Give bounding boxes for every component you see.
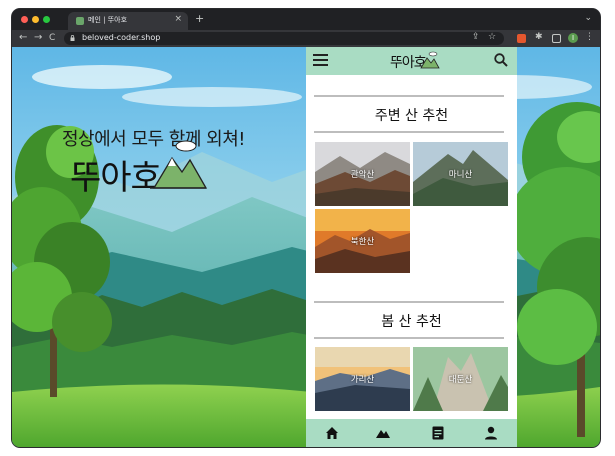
mountain-card-bukhansan[interactable]: 북한산 bbox=[315, 209, 410, 273]
mountain-card-garisan[interactable]: 가리산 bbox=[315, 347, 410, 411]
new-tab-button[interactable]: + bbox=[195, 12, 204, 25]
share-icon[interactable]: ⇪ bbox=[472, 32, 480, 42]
bottom-navigation bbox=[306, 419, 517, 447]
mountain-icon[interactable] bbox=[375, 425, 391, 441]
browser-toolbar: ← → C beloved-coder.shop ⇪ ☆ ✱ I ⋮ bbox=[12, 30, 600, 47]
section-divider bbox=[314, 301, 504, 303]
menu-icon[interactable] bbox=[313, 54, 329, 67]
header-logo-mountain-icon bbox=[420, 51, 440, 69]
card-label: 가리산 bbox=[350, 375, 375, 385]
browser-tab[interactable]: 메인 | 뚜아호 × bbox=[68, 12, 188, 30]
tab-close-icon[interactable]: × bbox=[174, 14, 182, 24]
mountain-card-manisan[interactable]: 마니산 bbox=[413, 142, 508, 206]
mobile-app-panel: 뚜아호 주변 산 추천 관악산 마니산 북한산 봄 산 추천 가리산 대둔산 bbox=[306, 47, 517, 447]
tab-list-chevron-icon[interactable]: ⌄ bbox=[584, 13, 592, 23]
search-icon[interactable] bbox=[494, 53, 508, 67]
extensions-puzzle-icon[interactable]: ✱ bbox=[535, 32, 543, 42]
side-panel-icon[interactable] bbox=[552, 34, 561, 43]
mountain-card-daedunsan[interactable]: 대둔산 bbox=[413, 347, 508, 411]
address-bar[interactable]: beloved-coder.shop ⇪ ☆ bbox=[64, 32, 504, 45]
home-icon[interactable] bbox=[324, 425, 340, 441]
section-title-nearby: 주변 산 추천 bbox=[374, 108, 449, 124]
card-label: 북한산 bbox=[350, 237, 375, 247]
favicon-icon bbox=[76, 17, 84, 25]
tab-strip: 메인 | 뚜아호 × + ⌄ bbox=[12, 9, 600, 30]
document-icon[interactable] bbox=[430, 425, 446, 441]
mountain-card-gwanaksan[interactable]: 관악산 bbox=[315, 142, 410, 206]
extension-icon[interactable] bbox=[517, 34, 526, 43]
reload-button[interactable]: C bbox=[49, 33, 55, 43]
card-label: 마니산 bbox=[448, 170, 473, 180]
browser-window: 메인 | 뚜아호 × + ⌄ ← → C beloved-coder.shop … bbox=[12, 9, 600, 447]
back-button[interactable]: ← bbox=[19, 32, 27, 43]
bookmark-star-icon[interactable]: ☆ bbox=[488, 32, 496, 42]
forward-button[interactable]: → bbox=[34, 32, 42, 43]
minimize-window-button[interactable] bbox=[32, 16, 39, 23]
card-label: 관악산 bbox=[350, 170, 375, 180]
profile-avatar[interactable]: I bbox=[568, 33, 578, 43]
user-icon[interactable] bbox=[483, 425, 499, 441]
header-logo[interactable]: 뚜아호 bbox=[390, 50, 440, 72]
app-header: 뚜아호 bbox=[306, 47, 517, 75]
logo-mountain-icon bbox=[150, 140, 208, 189]
more-menu-icon[interactable]: ⋮ bbox=[585, 32, 594, 42]
section-title-spring: 봄 산 추천 bbox=[381, 314, 442, 330]
page-viewport: 정상에서 모두 함께 외쳐! 뚜아호 뚜아호 주변 산 추천 관악산 마니산 북… bbox=[12, 47, 600, 447]
maximize-window-button[interactable] bbox=[43, 16, 50, 23]
close-window-button[interactable] bbox=[21, 16, 28, 23]
section-divider bbox=[314, 337, 504, 339]
section-divider bbox=[314, 131, 504, 133]
tab-title: 메인 | 뚜아호 bbox=[88, 16, 128, 24]
card-label: 대둔산 bbox=[448, 375, 473, 385]
lock-icon bbox=[70, 35, 75, 41]
section-divider bbox=[314, 95, 504, 97]
url-text: beloved-coder.shop bbox=[82, 33, 161, 42]
